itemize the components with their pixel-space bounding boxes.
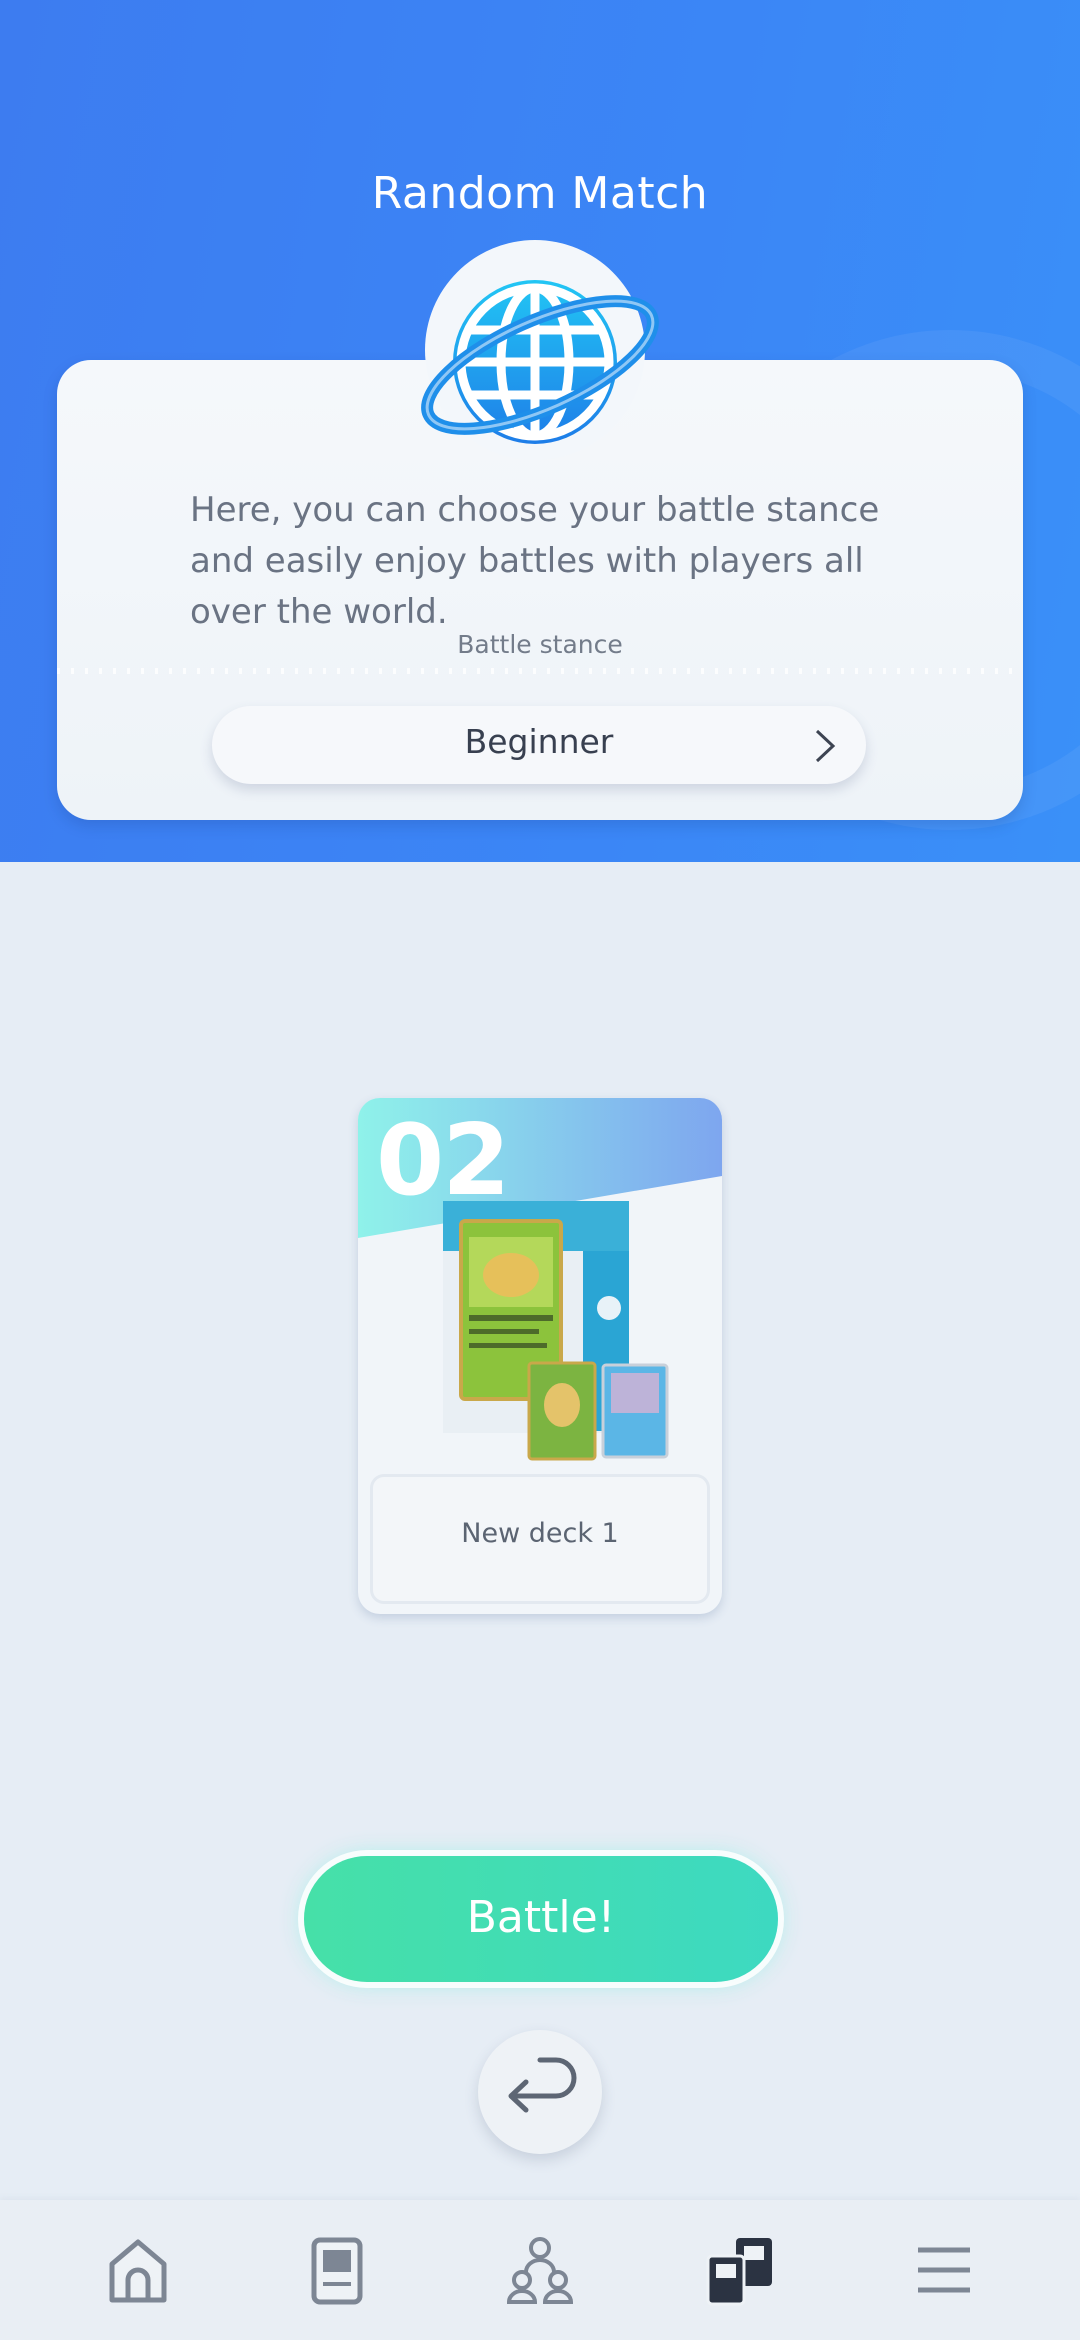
bottom-navigation bbox=[0, 2200, 1080, 2340]
page-title: Random Match bbox=[371, 168, 709, 219]
home-icon[interactable] bbox=[98, 2230, 178, 2310]
battle-stance-selector[interactable]: Beginner bbox=[212, 706, 866, 784]
battle-button[interactable]: Battle! bbox=[304, 1856, 778, 1982]
battle-button-label: Battle! bbox=[466, 1892, 616, 1943]
social-icon[interactable] bbox=[500, 2230, 580, 2310]
deck-name-box: New deck 1 bbox=[370, 1474, 710, 1604]
deck-name: New deck 1 bbox=[461, 1518, 619, 1549]
globe-icon bbox=[410, 235, 680, 475]
battle-icon[interactable] bbox=[700, 2230, 780, 2310]
chevron-right-icon bbox=[815, 729, 836, 763]
back-button[interactable] bbox=[478, 2030, 602, 2154]
battle-stance-value: Beginner bbox=[464, 722, 614, 761]
menu-icon[interactable] bbox=[904, 2230, 984, 2310]
battle-stance-label: Battle stance bbox=[457, 630, 623, 659]
deck-card[interactable]: 02 New deck 1 bbox=[358, 1098, 722, 1614]
cards-icon[interactable] bbox=[298, 2230, 378, 2310]
return-arrow-icon bbox=[508, 2057, 577, 2113]
divider bbox=[57, 668, 1023, 674]
deck-box-image bbox=[443, 1201, 669, 1461]
description-text: Here, you can choose your battle stance … bbox=[190, 490, 880, 632]
